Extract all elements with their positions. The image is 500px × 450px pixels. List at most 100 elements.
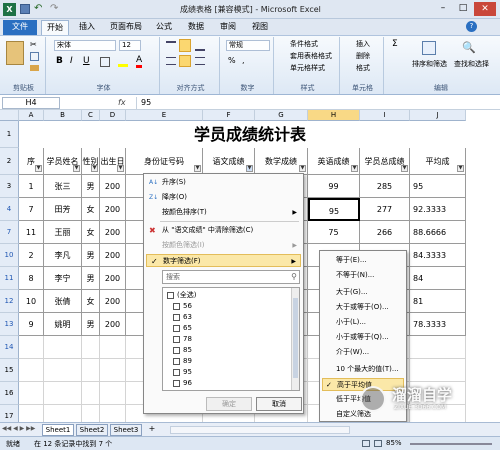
table-cell[interactable]: 1: [19, 175, 44, 198]
column-header-g[interactable]: G: [255, 110, 308, 121]
checkbox-icon[interactable]: [173, 357, 180, 365]
number-filter-option[interactable]: 介于(W)...: [322, 346, 404, 359]
filter-dropdown-icon[interactable]: ▼: [299, 165, 306, 172]
font-name-select[interactable]: 宋体: [54, 40, 116, 51]
row-header[interactable]: 14: [0, 336, 19, 359]
table-cell[interactable]: 8: [19, 267, 44, 290]
table-cell[interactable]: 84: [410, 267, 466, 290]
formula-input[interactable]: 95: [136, 97, 498, 109]
filter-dropdown-icon[interactable]: ▼: [91, 165, 98, 172]
table-cell[interactable]: 王丽: [44, 221, 82, 244]
column-header-j[interactable]: J: [410, 110, 466, 121]
sheet-nav-icon[interactable]: ◀◀ ◀ ▶ ▶▶: [2, 425, 35, 432]
align-middle-icon[interactable]: [179, 39, 191, 52]
table-cell[interactable]: 200: [100, 244, 126, 267]
fx-icon[interactable]: fx: [118, 98, 126, 107]
header-cell[interactable]: 学员总成绩 ▼: [360, 148, 410, 175]
filter-list-item[interactable]: 95: [173, 367, 192, 377]
number-filter-option[interactable]: 10 个最大的值(T)...: [322, 363, 404, 376]
table-cell[interactable]: 男: [82, 267, 100, 290]
table-cell[interactable]: 78.3333: [410, 313, 466, 336]
copy-icon[interactable]: [30, 52, 39, 61]
comma-icon[interactable]: ,: [242, 56, 245, 65]
row-header[interactable]: 4: [0, 198, 19, 221]
filter-dropdown-icon[interactable]: ▼: [194, 165, 201, 172]
table-cell[interactable]: 95: [308, 198, 360, 221]
number-filter-option[interactable]: 小于(L)...: [322, 316, 404, 329]
filter-dropdown-icon[interactable]: ▼: [117, 165, 124, 172]
help-icon[interactable]: ?: [466, 21, 477, 32]
table-cell[interactable]: [100, 359, 126, 382]
column-header-d[interactable]: D: [100, 110, 126, 121]
view-page-layout-icon[interactable]: [374, 440, 382, 447]
row-header[interactable]: 3: [0, 175, 19, 198]
filter-list-item[interactable]: 89: [173, 356, 192, 366]
name-box[interactable]: H4: [2, 97, 60, 109]
sum-icon[interactable]: Σ: [392, 39, 398, 49]
table-cell[interactable]: [19, 359, 44, 382]
fill-color-icon[interactable]: [118, 59, 128, 67]
new-sheet-icon[interactable]: +: [146, 424, 158, 436]
column-header-a[interactable]: A: [19, 110, 44, 121]
checkbox-icon[interactable]: [167, 291, 174, 299]
horizontal-scrollbar[interactable]: [170, 426, 350, 434]
filter-list-item[interactable]: 78: [173, 334, 192, 344]
checkbox-icon[interactable]: [173, 368, 180, 376]
maximize-icon[interactable]: □: [456, 3, 470, 15]
table-cell[interactable]: 200: [100, 313, 126, 336]
row-header[interactable]: 15: [0, 359, 19, 382]
sheet-tab-2[interactable]: Sheet2: [76, 424, 108, 436]
sort-descending-item[interactable]: Z↓ 降序(O): [146, 191, 301, 204]
row-header[interactable]: 7: [0, 221, 19, 244]
table-cell[interactable]: 男: [82, 313, 100, 336]
align-right-icon[interactable]: [195, 57, 205, 65]
table-cell[interactable]: [44, 359, 82, 382]
filter-dropdown-icon[interactable]: ▼: [35, 165, 42, 172]
table-cell[interactable]: [44, 336, 82, 359]
table-cell[interactable]: [410, 336, 466, 359]
scrollbar-thumb[interactable]: [293, 298, 298, 378]
table-cell[interactable]: 10: [19, 290, 44, 313]
row-header[interactable]: 10: [0, 244, 19, 267]
ok-button[interactable]: 确定: [206, 397, 252, 411]
table-cell[interactable]: 2: [19, 244, 44, 267]
table-cell[interactable]: 11: [19, 221, 44, 244]
filter-list-item[interactable]: (全选): [167, 290, 196, 300]
table-cell[interactable]: 张倩: [44, 290, 82, 313]
table-cell[interactable]: 95: [410, 175, 466, 198]
header-cell[interactable]: 性别 ▼: [82, 148, 100, 175]
insert-cells-button[interactable]: 插入: [356, 39, 370, 49]
sort-filter-button[interactable]: 排序和筛选: [412, 59, 447, 69]
column-header-c[interactable]: C: [82, 110, 100, 121]
table-cell[interactable]: 200: [100, 175, 126, 198]
table-cell[interactable]: 男: [82, 244, 100, 267]
header-cell[interactable]: 数学成绩 ▼: [255, 148, 308, 175]
table-cell[interactable]: 200: [100, 267, 126, 290]
column-header-f[interactable]: F: [203, 110, 255, 121]
table-cell[interactable]: 女: [82, 221, 100, 244]
number-filter-option[interactable]: 大于(G)...: [322, 286, 404, 299]
table-cell[interactable]: 200: [100, 221, 126, 244]
conditional-format-button[interactable]: 条件格式: [290, 39, 318, 49]
sheet-tab-1[interactable]: Sheet1: [42, 424, 74, 436]
table-format-button[interactable]: 套用表格格式: [290, 51, 332, 61]
tab-view[interactable]: 视图: [248, 20, 272, 35]
table-cell[interactable]: 男: [82, 175, 100, 198]
header-cell[interactable]: 语文成绩 ▼: [203, 148, 255, 175]
tab-insert[interactable]: 插入: [75, 20, 99, 35]
table-cell[interactable]: 84.3333: [410, 244, 466, 267]
table-cell[interactable]: 99: [308, 175, 360, 198]
filter-list-item[interactable]: 63: [173, 312, 192, 322]
header-cell[interactable]: 英语成绩 ▼: [308, 148, 360, 175]
zoom-slider[interactable]: [410, 443, 492, 445]
sheet-tab-3[interactable]: Sheet3: [110, 424, 142, 436]
cell-style-button[interactable]: 单元格样式: [290, 63, 325, 73]
save-icon[interactable]: [20, 4, 30, 14]
format-cells-button[interactable]: 格式: [356, 63, 370, 73]
number-format-select[interactable]: 常规: [226, 40, 270, 51]
cut-icon[interactable]: ✂: [30, 40, 37, 49]
checkbox-icon[interactable]: [173, 379, 180, 387]
clear-filter-item[interactable]: ✖ 从 "语文成绩" 中清除筛选(C): [146, 224, 301, 237]
row-header[interactable]: 11: [0, 267, 19, 290]
filter-dropdown-icon[interactable]: ▼: [351, 165, 358, 172]
